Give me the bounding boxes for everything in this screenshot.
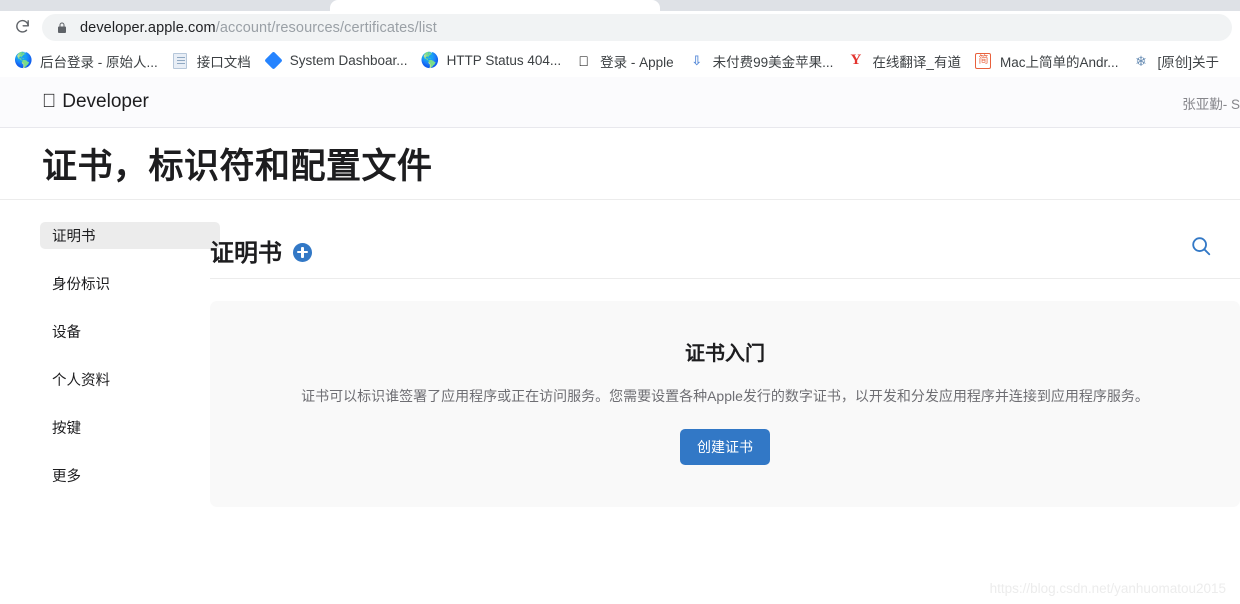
getting-started-card: 证书入门 证书可以标识谁签署了应用程序或正在访问服务。您需要设置各种Apple发…: [210, 301, 1240, 507]
sidebar-item-label: 身份标识: [52, 277, 110, 293]
sidebar-item-label: 设备: [52, 325, 81, 341]
plus-circle-icon[interactable]: [293, 242, 312, 262]
document-icon: [172, 52, 189, 69]
apple-icon: : [575, 52, 592, 69]
bookmark-item[interactable]: ❄ [原创]关于: [1125, 48, 1226, 74]
tab-active[interactable]: [330, 0, 660, 11]
watermark-text: https://blog.csdn.net/yanhuomatou2015: [989, 581, 1226, 596]
address-bar-text: developer.apple.com/account/resources/ce…: [80, 20, 437, 36]
bookmark-label: 接口文档: [196, 54, 251, 70]
brand-name: Developer: [48, 91, 149, 112]
youdao-icon: Y: [850, 52, 862, 68]
sidebar-item-label: 更多: [52, 469, 81, 485]
tab-inactive-left[interactable]: [0, 0, 332, 11]
url-path: /account/resources/certificates/list: [215, 19, 437, 36]
bookmark-label: Mac上简单的Andr...: [999, 54, 1119, 70]
sidebar-nav: 证明书 身份标识 设备 个人资料 按键 更多: [0, 222, 220, 510]
bookmark-label: 未付费99美金苹果...: [712, 54, 834, 70]
reload-button[interactable]: [10, 17, 34, 41]
page-viewport:  Developer 张亚勤- S 证书，标识符和配置文件 证明书 身份标识 …: [0, 77, 1240, 604]
bookmark-label: HTTP Status 404...: [446, 53, 562, 68]
page-title: 证书，标识符和配置文件: [42, 147, 433, 186]
bookmark-label: 在线翻译_有道: [872, 54, 961, 70]
bookmark-item[interactable]: ⇩ 未付费99美金苹果...: [681, 48, 841, 74]
card-description: 证书可以标识谁签署了应用程序或正在访问服务。您需要设置各种Apple发行的数字证…: [301, 388, 1149, 404]
bookmark-item[interactable]:  登录 - Apple: [568, 48, 681, 74]
browser-tab-strip[interactable]: [0, 0, 1240, 11]
browser-toolbar: developer.apple.com/account/resources/ce…: [0, 11, 1240, 44]
bookmark-item[interactable]: 简 Mac上简单的Andr...: [968, 48, 1126, 74]
sidebar-item-label: 按键: [52, 421, 81, 437]
address-bar[interactable]: developer.apple.com/account/resources/ce…: [42, 14, 1232, 41]
sidebar-item-profiles[interactable]: 个人资料: [40, 366, 220, 393]
sidebar-item-certificates[interactable]: 证明书: [40, 222, 220, 249]
bookmark-label: 后台登录 - 原始人...: [40, 54, 158, 70]
content-title: 证明书: [210, 239, 282, 267]
card-title: 证书入门: [685, 343, 765, 365]
lock-icon: [56, 21, 68, 35]
page-body: 证明书 身份标识 设备 个人资料 按键 更多 证明书 证书入门 证书可以标识谁签…: [0, 200, 1240, 510]
bookmark-label: [原创]关于: [1157, 54, 1219, 70]
sidebar-item-keys[interactable]: 按键: [40, 414, 220, 441]
jira-icon: [264, 51, 283, 70]
sidebar-item-identifiers[interactable]: 身份标识: [40, 270, 220, 297]
page-title-bar: 证书，标识符和配置文件: [0, 128, 1240, 200]
bookmark-item[interactable]: System Dashboar...: [258, 48, 415, 74]
apple-logo-icon: : [42, 91, 56, 113]
sidebar-item-label: 证明书: [52, 229, 96, 245]
content-header: 证明书: [210, 222, 1240, 279]
jianshu-icon: 简: [975, 52, 992, 69]
bookmark-item[interactable]: 🌎 HTTP Status 404...: [415, 48, 569, 74]
sidebar-item-label: 个人资料: [52, 373, 110, 389]
bookmark-label: System Dashboar...: [289, 53, 408, 68]
globe-icon: 🌎: [420, 52, 440, 69]
sidebar-item-more[interactable]: 更多: [40, 462, 220, 489]
bookmark-item[interactable]: 接口文档: [165, 48, 258, 74]
search-icon: [1190, 235, 1212, 262]
apple-developer-logo[interactable]:  Developer: [42, 91, 149, 113]
chevron-icon: ⇩: [691, 53, 702, 68]
bookmark-label: 登录 - Apple: [600, 54, 674, 70]
snowflake-icon: ❄: [1135, 52, 1147, 69]
globe-icon: 🌎: [14, 52, 33, 69]
bookmarks-bar: 🌎 后台登录 - 原始人... 接口文档 System Dashboar... …: [0, 44, 1240, 77]
reload-icon: [14, 18, 31, 40]
developer-header:  Developer 张亚勤- S: [0, 77, 1240, 128]
bookmark-item[interactable]: Y 在线翻译_有道: [840, 48, 968, 74]
create-certificate-button[interactable]: 创建证书: [680, 429, 770, 465]
sidebar-item-devices[interactable]: 设备: [40, 318, 220, 345]
account-name[interactable]: 张亚勤- S: [1182, 93, 1240, 113]
url-host: developer.apple.com: [80, 19, 216, 36]
bookmark-item[interactable]: 🌎 后台登录 - 原始人...: [8, 48, 165, 74]
content-panel: 证明书 证书入门 证书可以标识谁签署了应用程序或正在访问服务。您需要设置各种Ap…: [210, 222, 1240, 510]
search-button[interactable]: [1186, 233, 1216, 263]
